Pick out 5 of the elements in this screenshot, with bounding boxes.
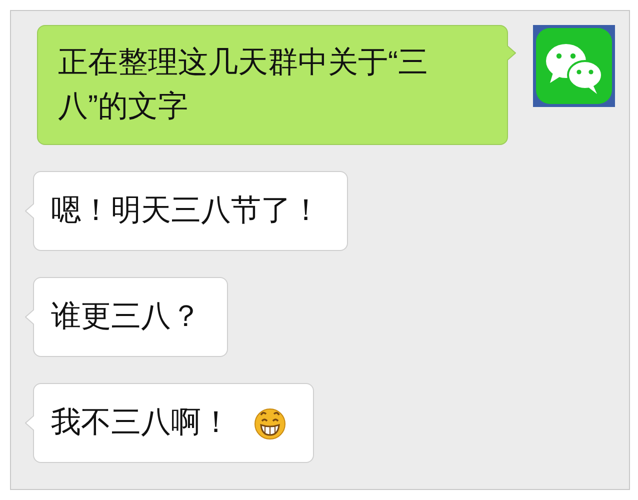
message-text: 谁更三八？ <box>51 299 201 335</box>
message-text: 正在整理这几天群中关于“三八”的文字 <box>58 45 429 125</box>
message-text: 嗯！明天三八节了！ <box>51 193 321 229</box>
message-text: 我不三八啊！ <box>51 405 231 441</box>
chat-app-avatar-icon <box>533 25 615 107</box>
